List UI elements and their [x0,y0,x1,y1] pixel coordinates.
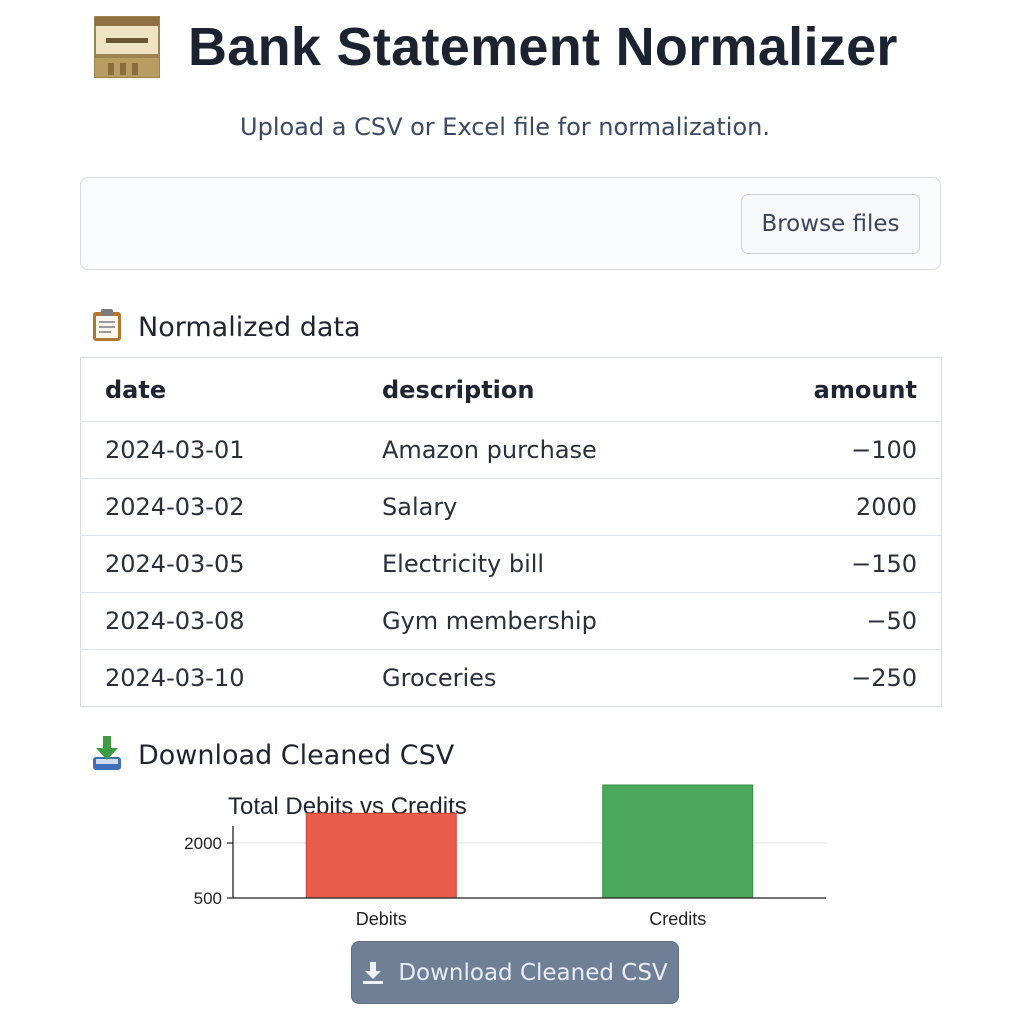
table-header-row: date description amount [80,357,942,422]
cell-amount: −100 [762,421,942,479]
chart-bar-debits [305,812,457,899]
chart-y-tick-label: 2000 [184,834,222,853]
download-button-label: Download Cleaned CSV [398,959,668,986]
cell-amount: 2000 [762,478,942,536]
column-header-description[interactable]: description [382,357,762,422]
cell-date: 2024-03-02 [80,478,382,536]
table-row: 2024-03-01 Amazon purchase −100 [80,421,942,479]
cell-description: Groceries [382,664,497,692]
cell-date: 2024-03-05 [80,535,382,593]
chart-x-tick-label: Credits [649,909,706,929]
table-row: 2024-03-05 Electricity bill −150 [80,535,942,593]
cell-description: Amazon purchase [382,421,762,479]
table-row: 2024-03-02 Salary 2000 [80,478,942,536]
page-subtitle: Upload a CSV or Excel file for normaliza… [240,113,770,141]
page-title: Bank Statement Normalizer [188,17,898,77]
chart-x-tick-label: Debits [356,909,407,929]
download-heading: Download Cleaned CSV [92,735,454,775]
cell-date: 2024-03-10 [105,664,245,692]
header: Bank Statement Normalizer [94,12,898,82]
column-header-amount[interactable]: amount [762,357,942,422]
column-header-date[interactable]: date [80,357,382,422]
cell-amount: −50 [762,592,942,650]
cell-date: 2024-03-08 [80,592,382,650]
table-row: 2024-03-10 Groceries −250 [81,650,942,707]
cell-description: Salary [382,478,762,536]
normalized-data-table: date description amount 2024-03-01 Amazo… [80,357,942,707]
browse-files-button[interactable]: Browse files [741,194,920,254]
cell-date: 2024-03-01 [80,421,382,479]
download-cleaned-csv-button[interactable]: Download Cleaned CSV [351,941,679,1004]
cell-description: Electricity bill [382,535,762,593]
file-uploader[interactable]: Browse files [80,177,941,270]
bank-icon [94,16,160,78]
clipboard-icon [92,308,122,346]
normalized-data-heading: Normalized data [92,308,361,346]
chart-y-tick-label: 500 [194,889,222,908]
cell-amount: −250 [851,664,917,692]
debits-credits-chart: Total Debits vs Credits Debits Credits500… [184,784,826,929]
download-icon [362,961,384,985]
cell-description: Gym membership [382,592,762,650]
download-heading-label: Download Cleaned CSV [138,739,455,771]
cell-amount: −150 [762,535,942,593]
download-tray-icon [92,735,122,775]
chart-bar-credits [602,784,754,899]
table-row: 2024-03-08 Gym membership −50 [80,592,942,650]
normalized-data-label: Normalized data [138,311,361,343]
